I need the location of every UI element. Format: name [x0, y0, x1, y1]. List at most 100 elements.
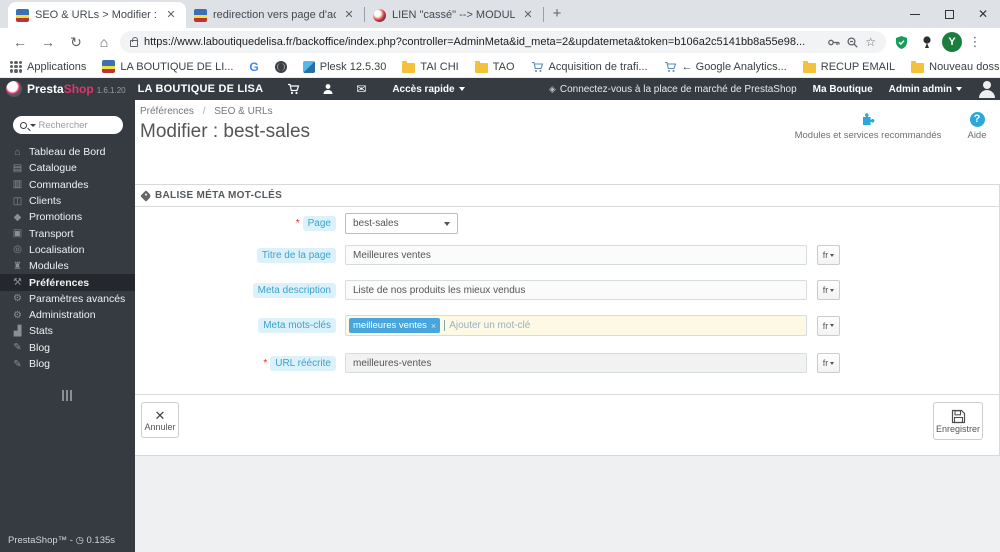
keyword-tag[interactable]: meilleures ventes ×: [349, 318, 441, 333]
sidebar-item-blog-2[interactable]: ✎ Blog: [0, 356, 135, 372]
sidebar-item-clients[interactable]: ◫ Clients: [0, 193, 135, 209]
folder-icon: [474, 60, 488, 73]
breadcrumb-parent[interactable]: Préférences: [140, 106, 194, 117]
chart-icon: ▟: [13, 325, 22, 337]
prestashop-logo[interactable]: [6, 81, 22, 97]
sidebar-item-blog-1[interactable]: ✎ Blog: [0, 340, 135, 356]
search-icon: [19, 121, 27, 129]
quick-access-menu[interactable]: Accès rapide: [392, 84, 465, 95]
remove-tag-icon[interactable]: ×: [431, 321, 436, 331]
google-icon: G: [249, 59, 259, 74]
modules-recommended-link[interactable]: Modules et services recommandés: [788, 110, 948, 141]
lock-icon: [130, 37, 138, 47]
site-favicon: [194, 8, 207, 22]
sidebar-item-tableau-de-bord[interactable]: ⌂ Tableau de Bord: [0, 144, 135, 160]
shield-extension-icon[interactable]: [890, 31, 912, 53]
new-tab-button[interactable]: +: [544, 2, 570, 28]
search-input[interactable]: [38, 119, 107, 131]
shop-name-link[interactable]: LA BOUTIQUE DE LISA: [138, 83, 264, 95]
sidebar-item-localisation[interactable]: ◎ Localisation: [0, 242, 135, 258]
home-icon[interactable]: ⌂: [92, 30, 116, 54]
meta-form-panel: BALISE MÉTA MOT-CLÉS * Page best-sales Ti…: [135, 184, 1000, 456]
save-button[interactable]: Enregistrer: [933, 402, 983, 440]
user-avatar[interactable]: [978, 80, 996, 98]
bookmark-folder-recup-email[interactable]: RECUP EMAIL: [802, 60, 895, 73]
minimize-button[interactable]: [898, 0, 932, 28]
bookmark-acquisition[interactable]: Acquisition de trafi...: [531, 61, 648, 73]
cancel-button[interactable]: ✕ Annuler: [141, 402, 179, 438]
tab-close-icon[interactable]: ✕: [342, 8, 356, 22]
sidebar-item-preferences[interactable]: ⚒ Préférences: [0, 274, 135, 291]
bookmark-plesk[interactable]: Plesk 12.5.30: [302, 60, 386, 73]
help-link[interactable]: ? Aide: [960, 110, 994, 141]
rewritten-url-input[interactable]: meilleures-ventes: [345, 353, 807, 373]
close-window-button[interactable]: ✕: [966, 0, 1000, 28]
tab-seo-urls[interactable]: SEO & URLs > Modifier : best-sal ✕: [8, 2, 186, 28]
bookmark-folder-taichi[interactable]: TAI CHI: [402, 60, 459, 73]
forward-icon[interactable]: →: [36, 30, 60, 54]
language-selector[interactable]: fr: [817, 353, 840, 373]
breadcrumb-current[interactable]: SEO & URLs: [214, 106, 272, 117]
bookmark-applications[interactable]: Applications: [10, 60, 87, 73]
tab-redirection[interactable]: redirection vers page d'accueil la ✕: [186, 2, 364, 28]
meta-description-input[interactable]: Liste de nos produits les mieux vendus: [345, 280, 807, 300]
window-controls: ✕: [898, 0, 1000, 28]
bookmark-google[interactable]: G: [249, 60, 258, 74]
cart-icon[interactable]: [287, 83, 300, 95]
key-icon[interactable]: [827, 36, 840, 49]
bookmark-globe[interactable]: [274, 60, 287, 73]
envelope-icon[interactable]: ✉: [356, 82, 366, 96]
language-selector[interactable]: fr: [817, 315, 840, 336]
bookmark-star-icon[interactable]: ☆: [865, 35, 876, 49]
page-select[interactable]: best-sales: [345, 213, 458, 234]
marketplace-link[interactable]: ◈ Connectez-vous à la place de marché de…: [549, 84, 797, 95]
maximize-button[interactable]: [932, 0, 966, 28]
tag-icon: [140, 189, 152, 202]
users-icon: ◫: [12, 195, 23, 207]
bookmark-label: ← Google Analytics...: [681, 60, 787, 73]
tab-close-icon[interactable]: ✕: [164, 8, 178, 22]
sidebar-item-stats[interactable]: ▟ Stats: [0, 323, 135, 339]
zoom-icon[interactable]: [846, 36, 859, 49]
sidebar-collapse-handle[interactable]: [62, 390, 73, 402]
person-icon[interactable]: [322, 83, 334, 95]
cancel-x-icon: ✕: [154, 407, 166, 423]
form-row-keywords: Meta mots-clés meilleures ventes × Ajout…: [135, 315, 999, 336]
tab-lien-casse[interactable]: LIEN "cassé" --> MODULE MEILL ✕: [365, 2, 543, 28]
panel-title: BALISE MÉTA MOT-CLÉS: [155, 190, 283, 201]
book-icon: ▤: [12, 162, 23, 174]
language-selector[interactable]: fr: [817, 245, 840, 265]
bookmark-label: TAI CHI: [420, 60, 459, 73]
meta-keywords-input[interactable]: meilleures ventes × Ajouter un mot-clé: [345, 315, 807, 336]
profile-avatar[interactable]: Y: [942, 32, 962, 52]
tab-close-icon[interactable]: ✕: [521, 8, 535, 22]
bookmark-la-boutique[interactable]: LA BOUTIQUE DE LI...: [102, 60, 233, 73]
version-label: 1.6.1.20: [96, 85, 126, 95]
chevron-down-icon: [830, 324, 835, 327]
sidebar-item-administration[interactable]: ⚙ Administration: [0, 307, 135, 323]
sidebar-item-catalogue[interactable]: ▤ Catalogue: [0, 160, 135, 176]
browser-menu-icon[interactable]: ⋮: [966, 34, 984, 50]
pin-extension-icon[interactable]: [916, 31, 938, 53]
sidebar-item-commandes[interactable]: ▥ Commandes: [0, 177, 135, 193]
dashboard-icon: ⌂: [14, 146, 21, 158]
bookmark-google-analytics[interactable]: ← Google Analytics...: [664, 61, 787, 73]
url-input[interactable]: https://www.laboutiquedelisa.fr/backoffi…: [120, 31, 886, 53]
reload-icon[interactable]: ↻: [64, 30, 88, 54]
my-shop-link[interactable]: Ma Boutique: [813, 84, 873, 95]
sidebar-search[interactable]: [12, 116, 123, 134]
gear-icon: ⚙: [13, 309, 22, 321]
bookmark-label: Applications: [27, 60, 87, 73]
language-selector[interactable]: fr: [817, 280, 840, 300]
bookmark-folder-nouveau-dossier[interactable]: Nouveau dossier: [911, 60, 1000, 73]
sidebar-item-promotions[interactable]: ◆ Promotions: [0, 209, 135, 225]
back-icon[interactable]: ←: [8, 30, 32, 54]
bookmark-folder-tao[interactable]: TAO: [474, 60, 515, 73]
user-menu[interactable]: Admin admin: [889, 84, 962, 95]
url-text[interactable]: https://www.laboutiquedelisa.fr/backoffi…: [144, 36, 821, 48]
sidebar-item-parametres-avances[interactable]: ⚙ Paramètres avancés: [0, 291, 135, 307]
sidebar-item-modules[interactable]: ♜ Modules: [0, 258, 135, 274]
keywords-placeholder: Ajouter un mot-clé: [449, 320, 531, 331]
sidebar-item-transport[interactable]: ▣ Transport: [0, 225, 135, 241]
page-title-input[interactable]: Meilleures ventes: [345, 245, 807, 265]
